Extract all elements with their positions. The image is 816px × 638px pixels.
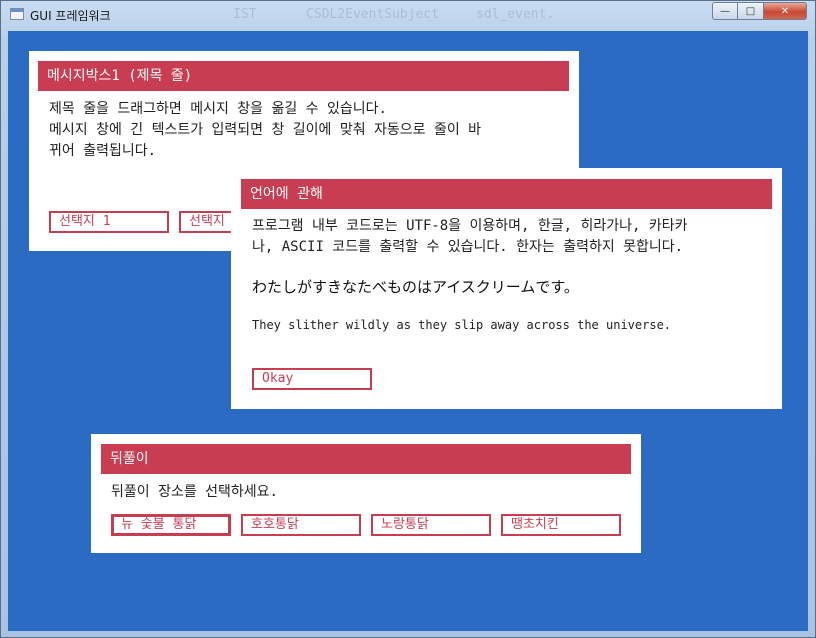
option-4-button[interactable]: 땡초치킨 <box>501 514 621 536</box>
choice-2-button[interactable]: 선택지 <box>179 211 239 233</box>
window-title: GUI 프레임워크 <box>30 9 111 23</box>
background-ghost-text: IST <box>233 7 257 22</box>
english-sample-text: They slither wildly as they slip away ac… <box>252 318 672 332</box>
maximize-button[interactable]: □ <box>738 2 764 20</box>
dialog-title-bar[interactable]: 메시지박스1 (제목 줄) <box>38 61 569 91</box>
close-button[interactable]: ✕ <box>764 2 807 20</box>
dialog-title-bar[interactable]: 뒤풀이 <box>101 444 631 474</box>
app-icon <box>10 8 24 20</box>
language-dialog: 언어에 관해 프로그램 내부 코드로는 UTF-8을 이용하며, 한글, 히라가… <box>231 168 782 409</box>
dialog-message-text: 제목 줄을 드래그하면 메시지 창을 옮길 수 있습니다. 메시지 창에 긴 텍… <box>49 101 482 159</box>
choice-dialog: 뒤풀이 뒤풀이 장소를 선택하세요. 뉴 숯불 통닭 호호통닭 노랑통닭 땡초치… <box>91 434 641 553</box>
caption-buttons: — □ ✕ <box>712 2 807 20</box>
choice-1-button[interactable]: 선택지 1 <box>49 211 169 233</box>
background-ghost-text: CSDL2EventSubject <box>306 7 440 22</box>
background-ghost-text: sdl_event. <box>476 7 555 22</box>
japanese-sample-text: わたしがすきなたべものはアイスクリームです。 <box>252 278 579 296</box>
title-bar[interactable]: GUI 프레임워크 IST CSDL2EventSubject sdl_even… <box>1 1 815 31</box>
option-1-button[interactable]: 뉴 숯불 통닭 <box>111 514 231 536</box>
app-window: GUI 프레임워크 IST CSDL2EventSubject sdl_even… <box>0 0 816 638</box>
okay-button[interactable]: Okay <box>252 368 372 390</box>
dialog-title-bar[interactable]: 언어에 관해 <box>241 179 772 209</box>
option-3-button[interactable]: 노랑통닭 <box>371 514 491 536</box>
dialog-choice-text: 뒤풀이 장소를 선택하세요. <box>111 484 278 500</box>
dialog-language-text: 프로그램 내부 코드로는 UTF-8을 이용하며, 한글, 히라가나, 카타카 … <box>252 218 688 255</box>
minimize-button[interactable]: — <box>712 2 738 20</box>
option-2-button[interactable]: 호호통닭 <box>241 514 361 536</box>
client-area: 메시지박스1 (제목 줄) 제목 줄을 드래그하면 메시지 창을 옮길 수 있습… <box>8 31 808 631</box>
